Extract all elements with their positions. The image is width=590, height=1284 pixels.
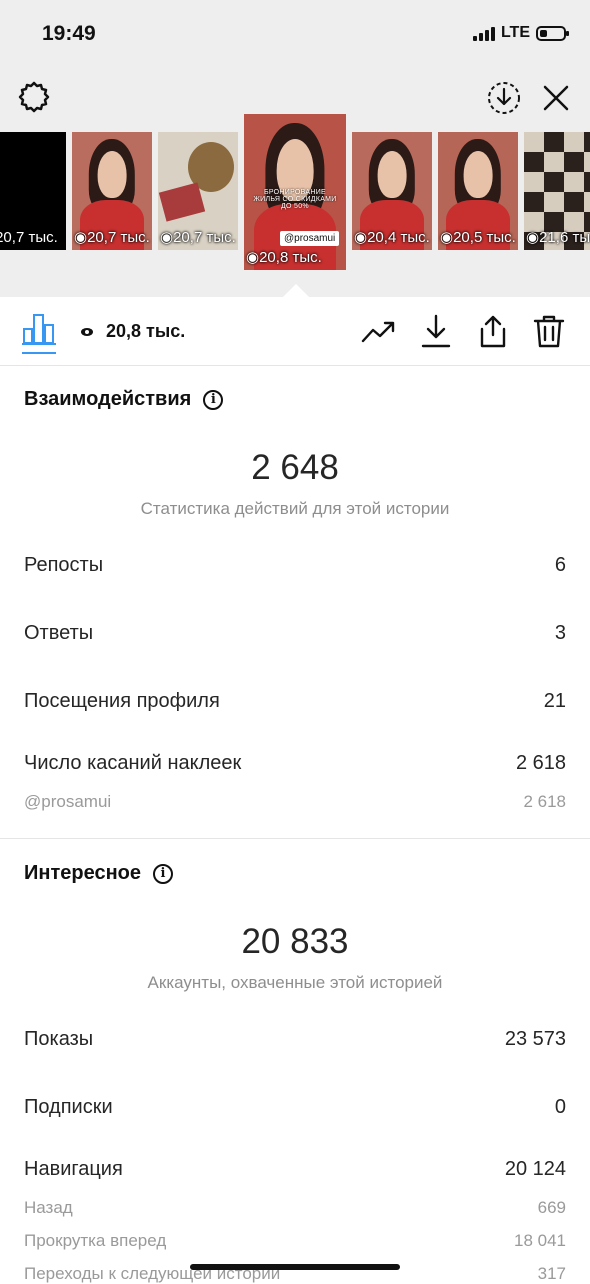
home-indicator[interactable] [190, 1264, 400, 1270]
selected-pointer [283, 284, 309, 297]
stat-label: Назад [24, 1198, 73, 1217]
section-divider [0, 838, 590, 839]
stat-label: Ответы [24, 622, 94, 644]
settings-gear-icon[interactable] [17, 80, 51, 114]
trending-icon[interactable] [360, 315, 398, 347]
stat-value: 317 [537, 1264, 566, 1283]
stat-row-replies: Ответы 3 [24, 622, 566, 645]
stat-value: 6 [554, 554, 566, 576]
stat-value: 21 [543, 690, 566, 712]
stat-row-forward: Прокрутка вперед 18 041 [24, 1231, 566, 1251]
stat-row-sticker-taps: Число касаний наклеек 2 618 [24, 752, 566, 775]
download-icon[interactable] [486, 80, 522, 116]
thumbnail-views: ◉20,7 тыс. [74, 229, 150, 246]
thumbnail-views: ◉21,6 тыс. [526, 229, 590, 246]
stat-row-profile-visits: Посещения профиля 21 [24, 690, 566, 713]
discovery-title-label: Интересное [24, 862, 141, 884]
status-indicators: LTE [472, 24, 569, 42]
thumbnail-views: ◉20,7 тыс. [0, 229, 58, 246]
stat-value: 18 041 [514, 1231, 566, 1250]
stat-value: 669 [537, 1198, 566, 1217]
views-count: 20,8 тыс. [80, 321, 185, 342]
stat-value: 2 618 [523, 792, 566, 811]
discovery-subtitle: Аккаунты, охваченные этой историей [147, 973, 443, 992]
active-tab-underline [22, 352, 56, 354]
interactions-subtitle: Статистика действий для этой истории [140, 499, 450, 518]
story-thumbnail[interactable]: ◉21,6 тыс. [524, 132, 590, 250]
stat-label: Навигация [24, 1158, 123, 1180]
discovery-title: Интересное i [24, 862, 173, 885]
stat-value: 23 573 [504, 1028, 566, 1050]
status-time: 19:49 [42, 22, 96, 45]
signal-icon [472, 25, 495, 41]
stat-label: Прокрутка вперед [24, 1231, 167, 1250]
stat-value: 2 618 [515, 752, 566, 774]
stat-row-impressions: Показы 23 573 [24, 1028, 566, 1051]
story-thumbnail[interactable]: ◉20,5 тыс. [438, 132, 518, 250]
story-thumbnail-strip: ◉20,7 тыс. ◉20,7 тыс. ◉20,7 тыс. БРОНИРО… [0, 114, 590, 274]
story-thumbnail[interactable]: ◉20,7 тыс. [0, 132, 66, 250]
story-thumbnail-selected[interactable]: БРОНИРОВАНИЕ ЖИЛЬЯ СО СКИДКАМИ ДО 50% @p… [244, 114, 346, 270]
close-icon[interactable] [538, 80, 574, 116]
interactions-title-label: Взаимодействия [24, 388, 192, 410]
stat-label: @prosamui [24, 792, 112, 811]
network-label: LTE [500, 24, 530, 41]
story-thumbnail[interactable]: ◉20,7 тыс. [158, 132, 238, 250]
stat-label: Подписки [24, 1096, 113, 1118]
info-icon[interactable]: i [203, 389, 224, 410]
interactions-total: 2 648 [251, 448, 339, 487]
stat-value: 3 [554, 622, 566, 644]
interactions-title: Взаимодействия i [24, 388, 224, 411]
stat-label: Показы [24, 1028, 94, 1050]
eye-icon [81, 327, 93, 336]
top-panel: 19:49 LTE ◉20,7 тыс. ◉20,7 тыс. ◉20,7 ты… [0, 0, 590, 297]
info-icon[interactable]: i [153, 863, 173, 884]
thumbnail-views: ◉20,4 тыс. [354, 229, 430, 246]
stat-row-navigation: Навигация 20 124 [24, 1158, 566, 1181]
save-icon[interactable] [420, 313, 452, 349]
story-toolbar: 20,8 тыс. [0, 297, 590, 366]
stat-value: 20 124 [504, 1158, 566, 1180]
story-thumbnail[interactable]: ◉20,7 тыс. [72, 132, 152, 250]
stat-value: 0 [554, 1096, 566, 1118]
stat-label: Репосты [24, 554, 104, 576]
stat-row-back: Назад 669 [24, 1198, 566, 1218]
thumbnail-views: ◉20,7 тыс. [160, 229, 236, 246]
thumbnail-views: ◉20,8 тыс. [246, 249, 322, 266]
story-thumbnail[interactable]: ◉20,4 тыс. [352, 132, 432, 250]
insights-chart-icon[interactable] [22, 311, 56, 347]
stat-row-sticker-mention: @prosamui 2 618 [24, 792, 566, 812]
trash-icon[interactable] [532, 313, 566, 349]
stat-row-follows: Подписки 0 [24, 1096, 566, 1119]
thumbnail-tag: @prosamui [280, 231, 340, 246]
discovery-total: 20 833 [241, 922, 349, 961]
stat-row-reposts: Репосты 6 [24, 554, 566, 577]
stat-label: Число касаний наклеек [24, 752, 242, 774]
share-icon[interactable] [476, 313, 510, 349]
battery-icon [536, 25, 569, 41]
views-count-label: 20,8 тыс. [106, 321, 186, 341]
thumbnail-views: ◉20,5 тыс. [440, 229, 516, 246]
stat-label: Посещения профиля [24, 690, 220, 712]
thumbnail-caption: БРОНИРОВАНИЕ ЖИЛЬЯ СО СКИДКАМИ ДО 50% [253, 188, 337, 210]
